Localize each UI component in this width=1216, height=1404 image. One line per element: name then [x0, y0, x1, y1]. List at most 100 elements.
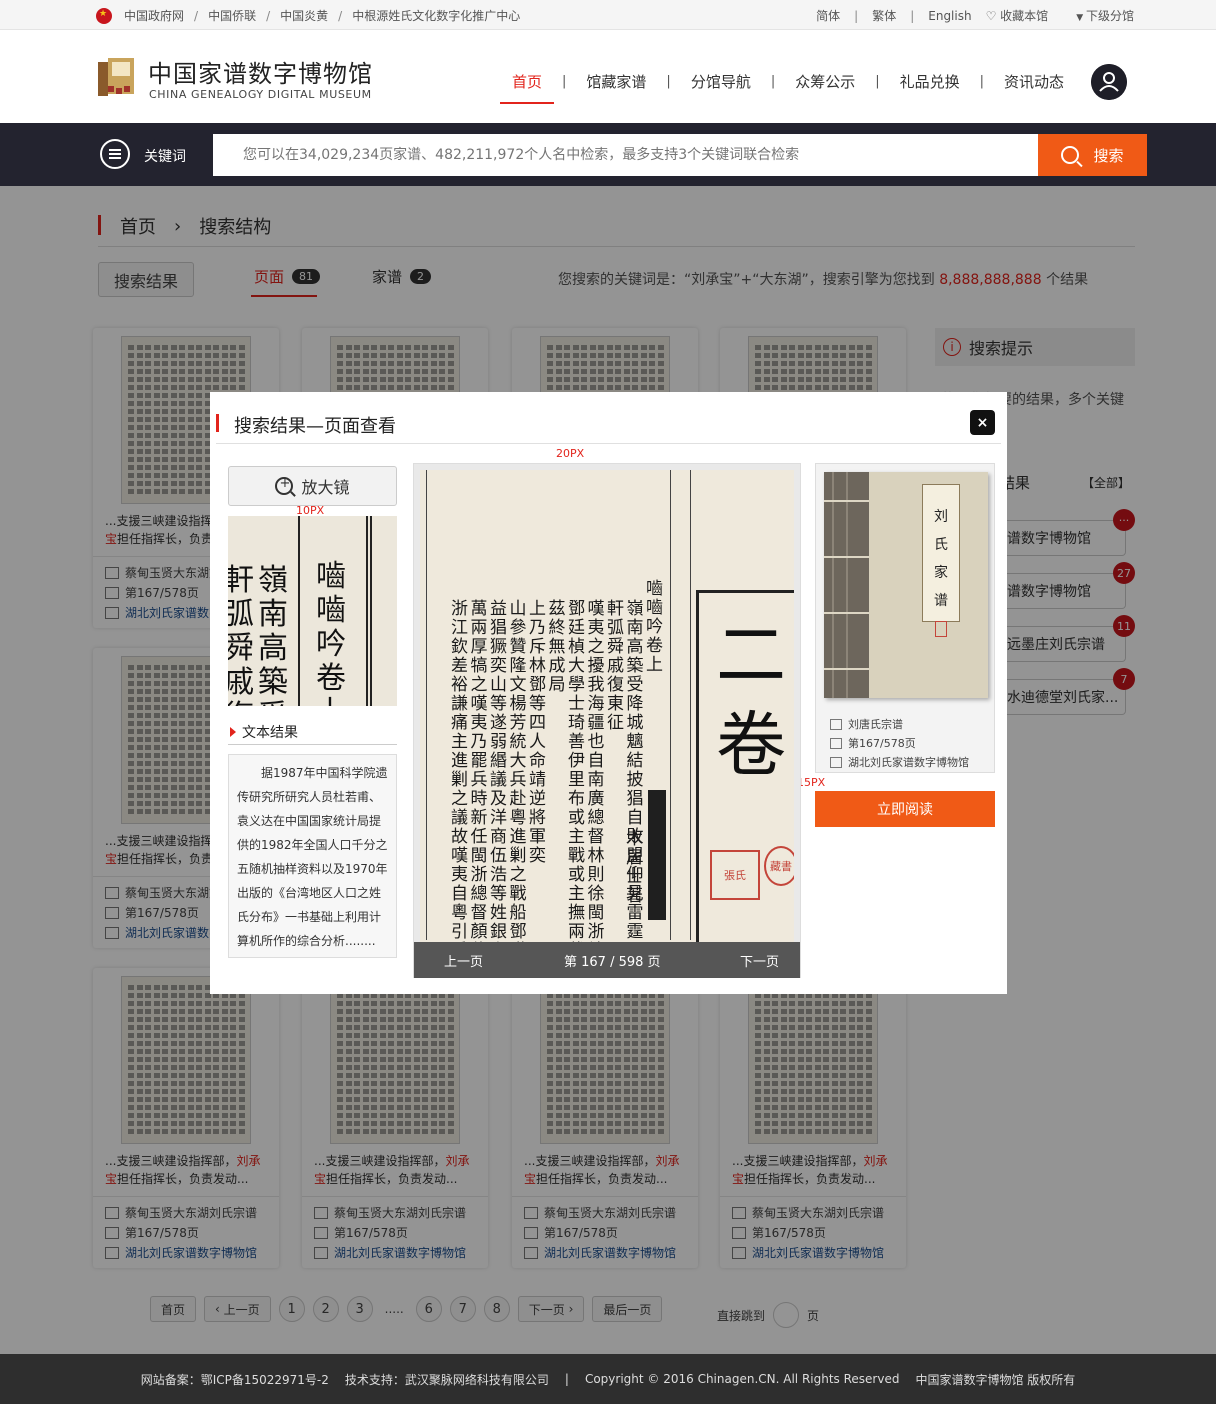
page-shadow	[648, 790, 666, 920]
divider: |	[875, 74, 880, 89]
spacing-annotation: 20PX	[556, 447, 585, 460]
top-links: 中国政府网 / 中国侨联 / 中国炎黄 / 中根源姓氏文化数字化推广中心	[96, 7, 520, 24]
nav-home[interactable]: 首页	[500, 72, 555, 104]
site-title[interactable]: 中国家谱数字博物馆	[148, 54, 373, 89]
scan-volume-title: 二卷	[716, 614, 786, 786]
read-now-button[interactable]: 立即阅读	[815, 791, 995, 827]
sub-branch-dropdown[interactable]: ▼ 下级分馆	[1076, 7, 1134, 24]
divider	[228, 744, 397, 745]
viewer-page-info: 第 167 / 598 页	[564, 955, 661, 970]
book-spine	[824, 472, 869, 698]
divider: |	[562, 74, 567, 89]
footer-copyright: Copyright © 2016 Chinagen.CN. All Rights…	[584, 1372, 900, 1386]
page-rule	[366, 516, 368, 706]
book-clan: 刘唐氏宗谱	[830, 716, 903, 732]
site-subtitle: CHINA GENEALOGY DIGITAL MUSEUM	[149, 88, 372, 101]
page-rule	[298, 516, 300, 706]
scan-text-column: 山參贊隆文楊芳統大兵赴粵進剿之戰船鄧嘆夷	[509, 599, 527, 943]
zoom-text-column: 嚙嚙吟卷上	[316, 559, 346, 707]
nav-collection[interactable]: 馆藏家谱	[574, 72, 658, 104]
text-result-title: 文本结果	[242, 725, 298, 741]
main-nav: 首页 | 馆藏家谱 | 分馆导航 | 众筹公示 | 礼品兑换 | 资讯动态	[500, 72, 1076, 104]
zoom-text-column: 軒弧舜戚復東	[228, 563, 254, 707]
favorite-link[interactable]: ♡ 收藏本馆	[986, 7, 1049, 24]
book-pages-label: 第167/578页	[848, 737, 916, 750]
divider: /	[194, 8, 199, 23]
tag-icon	[830, 718, 842, 730]
top-actions: 简体 | 繁体 | English ♡ 收藏本馆 ▼ 下级分馆	[816, 7, 1134, 24]
scan-text-column: 茲終無成局	[548, 599, 566, 695]
user-avatar-icon[interactable]	[1091, 64, 1127, 100]
nav-crowdfunding[interactable]: 众筹公示	[783, 72, 867, 104]
museum-icon	[830, 756, 842, 768]
page-view-modal: 搜索结果—页面查看 × 20PX 10PX 15PX 放大镜 嚙嚙吟卷上嶺南高築…	[210, 392, 1007, 994]
page-rule	[426, 470, 427, 940]
nav-gifts[interactable]: 礼品兑换	[888, 72, 972, 104]
keyword-label: 关键词	[144, 149, 186, 165]
triangle-right-icon	[230, 727, 236, 737]
page-rule	[370, 516, 372, 706]
book-cover-image[interactable]: 刘氏家谱	[824, 472, 988, 698]
scanned-page-image[interactable]: 嚙嚙吟卷上嶺南高築受降城魑結披猖自敗盟仰見雷霆天怒赫軒弧舜戚復東征嘆夷之擾我海疆…	[420, 470, 794, 942]
document-icon	[830, 737, 842, 749]
favorite-label: 收藏本馆	[1000, 9, 1049, 23]
scan-text-column: 萬兩厚犒之嘆夷乃罷兵時新任閩浙總督顏伯燾	[470, 599, 488, 943]
page-rule	[670, 470, 671, 940]
viewer-next-button[interactable]: 下一页	[740, 951, 779, 970]
viewer-prev-button[interactable]: 上一页	[444, 951, 483, 970]
divider: |	[770, 74, 776, 89]
scan-text-column: 上乃斥林鄧等四人命靖逆將軍奕	[529, 599, 546, 866]
link-overseas[interactable]: 中国侨联	[208, 7, 256, 24]
lang-english[interactable]: English	[928, 9, 971, 23]
link-surname-center[interactable]: 中根源姓氏文化数字化推广中心	[352, 7, 520, 24]
search-input[interactable]	[213, 134, 1038, 176]
seal-icon	[935, 621, 947, 637]
zoom-in-icon	[275, 476, 294, 495]
text-result-body: 据1987年中国科学院遗传研究所研究人员杜若甫、袁义达在中国国家统计局提供的19…	[228, 754, 397, 958]
museum-logo-icon[interactable]	[96, 56, 136, 100]
menu-icon[interactable]	[100, 139, 130, 169]
book-museum-label: 湖北刘氏家谱数字博物馆	[848, 756, 969, 769]
lang-traditional[interactable]: 繁体	[872, 7, 896, 24]
magnifier-label: 放大镜	[301, 478, 350, 497]
book-title: 刘氏家谱	[934, 509, 948, 609]
national-emblem-icon	[96, 7, 112, 24]
divider	[216, 443, 1001, 444]
divider: |	[979, 74, 985, 89]
close-icon[interactable]: ×	[970, 410, 995, 435]
search-band: 关键词 搜索	[0, 123, 1216, 186]
caret-down-icon: ▼	[1076, 13, 1086, 23]
book-info-panel: 刘氏家谱 刘唐氏宗谱 第167/578页 湖北刘氏家谱数字博物馆	[815, 463, 995, 773]
scan-text-column: 軒弧舜戚復東征	[607, 599, 624, 733]
scan-text-column: 嚙嚙吟卷上	[646, 579, 663, 675]
page-viewer: 嚙嚙吟卷上嶺南高築受降城魑結披猖自敗盟仰見雷霆天怒赫軒弧舜戚復東征嘆夷之擾我海疆…	[413, 463, 801, 978]
magnifier-button[interactable]: 放大镜	[228, 466, 397, 506]
nav-branches[interactable]: 分馆导航	[679, 72, 763, 104]
divider: /	[266, 8, 271, 23]
search-button[interactable]: 搜索	[1038, 134, 1147, 176]
footer-tech: 技术支持：武汉聚脉网络科技有限公司	[344, 1372, 549, 1387]
red-seal-stamp: 藏書	[764, 846, 794, 886]
book-clan-label: 刘唐氏宗谱	[848, 718, 903, 731]
link-gov[interactable]: 中国政府网	[124, 7, 184, 24]
lang-simplified[interactable]: 简体	[816, 7, 840, 24]
book-museum: 湖北刘氏家谱数字博物馆	[830, 754, 969, 770]
modal-title-accent	[216, 414, 219, 432]
footer-icp: 网站备案：鄂ICP备15022971号-2	[140, 1372, 329, 1387]
scan-text-column: 浙江欽差裕謙痛主進剿之議故嘆夷自粵引兵向	[451, 599, 468, 943]
scan-text-column: 嘆夷之擾我海疆也自南廣總督林則徐閩浙總督	[587, 599, 605, 943]
link-yanhuang[interactable]: 中国炎黄	[280, 7, 328, 24]
text-result-heading: 文本结果	[230, 722, 298, 742]
book-pages: 第167/578页	[830, 735, 916, 751]
sub-branch-label: 下级分馆	[1085, 9, 1134, 23]
magnified-preview: 嚙嚙吟卷上嶺南高築受降軒弧舜戚復東	[228, 516, 397, 706]
heart-icon: ♡	[985, 9, 1001, 23]
divider: |	[854, 8, 859, 23]
scan-text-column: 鄧廷楨大學士琦善伊里布或主戰或主撫兩載於	[568, 599, 585, 943]
book-title-label: 刘氏家谱	[922, 484, 960, 637]
nav-news[interactable]: 资讯动态	[992, 72, 1076, 104]
top-bar: 中国政府网 / 中国侨联 / 中国炎黄 / 中根源姓氏文化数字化推广中心 简体 …	[0, 0, 1216, 30]
red-seal-stamp: 張氏	[710, 850, 760, 900]
divider: /	[338, 8, 343, 23]
modal-title: 搜索结果—页面查看	[234, 416, 396, 437]
